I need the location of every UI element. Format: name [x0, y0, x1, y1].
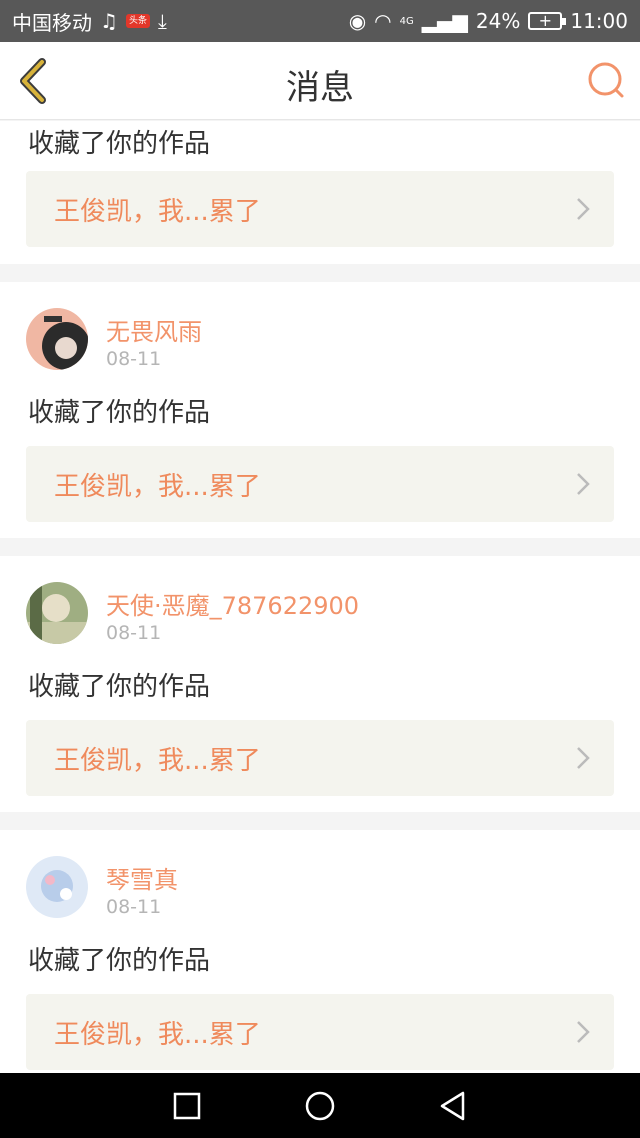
user-avatar[interactable] — [26, 856, 88, 918]
message-action: 收藏了你的作品 — [28, 672, 211, 702]
message-card: 收藏了你的作品 王俊凯，我...累了 — [0, 121, 640, 264]
eye-icon: ◉ — [348, 9, 367, 33]
chevron-right-icon — [577, 473, 590, 495]
user-name[interactable]: 无畏风雨 — [106, 312, 202, 347]
user-name[interactable]: 天使·恶魔_787622900 — [106, 586, 359, 621]
message-action: 收藏了你的作品 — [28, 946, 211, 976]
message-card: 无畏风雨 08-11 收藏了你的作品 王俊凯，我...累了 — [0, 282, 640, 538]
recent-apps-icon[interactable] — [169, 1088, 205, 1124]
back-icon[interactable] — [435, 1088, 471, 1124]
work-link[interactable]: 王俊凯，我...累了 — [26, 446, 614, 522]
news-app-icon: 头条 — [125, 14, 150, 28]
work-title: 王俊凯，我...累了 — [54, 197, 261, 227]
user-avatar[interactable] — [26, 308, 88, 370]
avatar-image — [26, 308, 88, 370]
work-title: 王俊凯，我...累了 — [54, 472, 261, 502]
user-avatar[interactable] — [26, 582, 88, 644]
battery-percent: 24% — [475, 9, 521, 33]
status-right: ◉ ◠ 4G ▂▄▆ 24% + 11:00 — [349, 9, 628, 33]
music-icon: ♫ — [100, 9, 118, 33]
system-nav-bar — [0, 1073, 640, 1138]
message-date: 08-11 — [106, 622, 162, 644]
page-title: 消息 — [286, 68, 354, 108]
network-type: 4G — [399, 15, 414, 27]
signal-icon: ▂▄▆ — [421, 9, 468, 33]
chevron-right-icon — [577, 747, 590, 769]
clock: 11:00 — [570, 9, 628, 33]
avatar-image — [26, 856, 88, 918]
message-date: 08-11 — [106, 896, 162, 918]
work-title: 王俊凯，我...累了 — [54, 746, 261, 776]
message-action: 收藏了你的作品 — [28, 129, 211, 159]
message-list[interactable]: 收藏了你的作品 王俊凯，我...累了 无畏风雨 08-11 收藏了你的作品 王俊… — [0, 121, 640, 1073]
app-header: 消息 — [0, 42, 640, 120]
battery-icon: + — [528, 11, 567, 30]
user-name[interactable]: 琴雪真 — [106, 860, 178, 895]
work-link[interactable]: 王俊凯，我...累了 — [26, 171, 614, 247]
wifi-icon: ◠ — [374, 9, 392, 33]
message-card: 天使·恶魔_787622900 08-11 收藏了你的作品 王俊凯，我...累了 — [0, 556, 640, 812]
work-title: 王俊凯，我...累了 — [54, 1020, 261, 1050]
chevron-right-icon — [577, 1021, 590, 1043]
chevron-right-icon — [577, 198, 590, 220]
message-date: 08-11 — [106, 348, 162, 370]
download-icon: ⤓ — [157, 9, 167, 33]
avatar-image — [26, 582, 88, 644]
message-action: 收藏了你的作品 — [28, 398, 211, 428]
status-bar: 中国移动 ♫ 头条 ⤓ ◉ ◠ 4G ▂▄▆ 24% + 11:00 — [0, 0, 640, 42]
message-card: 琴雪真 08-11 收藏了你的作品 王俊凯，我...累了 — [0, 830, 640, 1073]
search-icon[interactable] — [586, 60, 626, 100]
work-link[interactable]: 王俊凯，我...累了 — [26, 720, 614, 796]
home-icon[interactable] — [302, 1088, 338, 1124]
work-link[interactable]: 王俊凯，我...累了 — [26, 994, 614, 1070]
status-left: 中国移动 ♫ 头条 ⤓ — [12, 7, 167, 36]
carrier-label: 中国移动 — [12, 10, 92, 35]
